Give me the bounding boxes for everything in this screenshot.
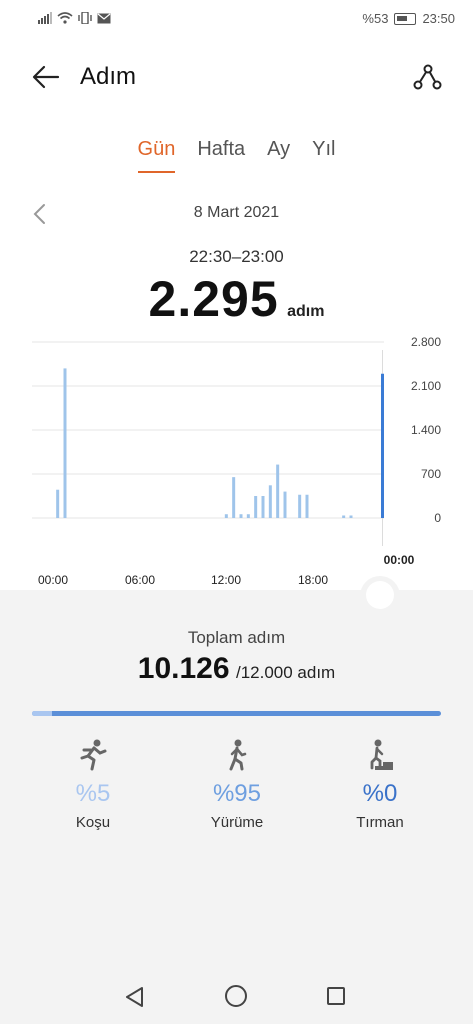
battery-icon [394, 12, 417, 25]
mail-icon [97, 13, 111, 23]
total-value: 10.126 [137, 652, 230, 685]
date-label: 8 Mart 2021 [193, 204, 280, 221]
chart-bar [298, 494, 302, 518]
activity-walk-label: Yürüme [210, 814, 264, 831]
activity-walk-pct: %95 [212, 780, 262, 807]
vibrate-icon [78, 12, 92, 24]
chart-bar [254, 496, 258, 518]
y-tick-label: 2.800 [411, 336, 441, 349]
activity-climb: %0 Tırman [310, 738, 450, 831]
walking-icon [229, 739, 247, 771]
back-arrow-icon[interactable] [28, 59, 64, 95]
chart-bar [305, 494, 309, 518]
y-tick-label: 1.400 [411, 423, 441, 437]
status-icons [38, 12, 111, 24]
tab-year[interactable]: Yıl [312, 138, 335, 173]
x-tick-label: 06:00 [125, 573, 155, 587]
tab-month[interactable]: Ay [267, 138, 290, 173]
chart-bar [232, 477, 236, 518]
clock: 23:50 [422, 11, 455, 26]
activity-climb-pct: %0 [362, 780, 398, 807]
activity-walk: %95 Yürüme [167, 738, 307, 831]
running-icon [80, 739, 107, 771]
activity-run-label: Koşu [75, 814, 111, 831]
y-tick-label: 700 [421, 467, 441, 481]
x-tick-label: 12:00 [211, 573, 241, 587]
selected-time-range: 22:30–23:00 [189, 247, 284, 266]
total-row: 10.126 /12.000 adım [0, 652, 473, 686]
selected-step-value: 2.295 [148, 271, 279, 327]
chart-bar [246, 514, 250, 518]
chart-bar [224, 514, 228, 518]
x-tick-label: 18:00 [298, 573, 328, 587]
x-tick-label: 00:00 [38, 573, 68, 587]
date-navigator: 8 Mart 2021 [0, 200, 473, 228]
chart-slider-handle[interactable] [366, 581, 394, 609]
chart-bar [239, 514, 243, 518]
chart-bar [342, 515, 346, 518]
x-tick-label-selected: 00:00 [384, 553, 415, 567]
activity-climb-label: Tırman [356, 814, 404, 831]
share-icon[interactable] [409, 59, 445, 95]
nav-home-icon[interactable] [225, 985, 247, 1007]
system-nav-bar [0, 978, 473, 1018]
climbing-icon [367, 739, 393, 770]
tab-week[interactable]: Hafta [197, 138, 245, 173]
goal-progress-bar [32, 711, 441, 716]
chevron-left-icon[interactable] [30, 202, 50, 226]
y-tick-label: 2.100 [411, 379, 441, 393]
chart-bar [261, 496, 265, 518]
chart-bar [283, 491, 287, 518]
status-bar: %53 23:50 [0, 0, 473, 38]
page-title: Adım [80, 63, 137, 90]
chart-bar [276, 464, 280, 518]
chart-bar [349, 515, 353, 518]
chart-bar-selected [381, 373, 384, 518]
signal-icon [38, 12, 52, 24]
total-goal: /12.000 adım [235, 663, 336, 682]
tab-day[interactable]: Gün [137, 138, 176, 173]
chart-bar [63, 368, 67, 518]
selected-steps: 2.295 adım [0, 270, 473, 328]
chart-bar [268, 485, 272, 518]
y-tick-label: 0 [434, 511, 441, 525]
total-label: Toplam adım [187, 628, 286, 647]
selected-step-unit: adım [287, 303, 325, 320]
app-header: Adım [0, 55, 473, 99]
chart-bar [56, 489, 60, 518]
nav-back-icon[interactable] [124, 986, 146, 1008]
goal-progress-fill [32, 711, 53, 716]
battery-percent: %53 [362, 11, 389, 26]
activity-run-pct: %5 [75, 780, 111, 807]
period-tabs: Gün Hafta Ay Yıl [0, 138, 473, 173]
status-right: %53 23:50 [362, 11, 455, 26]
wifi-icon [57, 12, 73, 24]
nav-recent-icon[interactable] [327, 987, 345, 1005]
activity-run: %5 Koşu [23, 738, 163, 831]
steps-bar-chart[interactable]: 2.800 2.100 1.400 700 0 00:00 06:00 12:00 18:00 0… [0, 336, 473, 596]
